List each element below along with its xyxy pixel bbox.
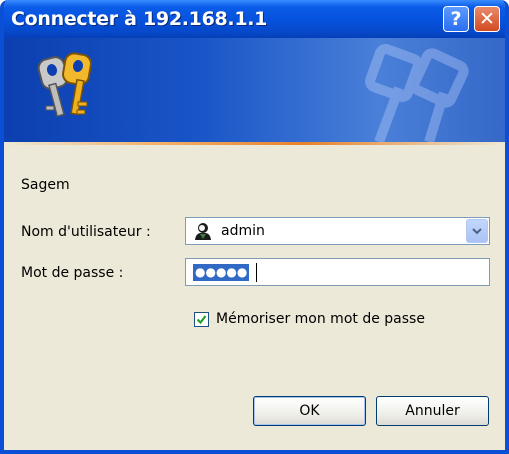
keys-icon: [37, 52, 92, 118]
close-icon: ✕: [479, 8, 495, 30]
keys-watermark-icon: [365, 44, 469, 142]
username-value: admin: [221, 223, 265, 239]
password-mask: ●●●●●: [193, 264, 250, 281]
username-label: Nom d'utilisateur :: [21, 224, 151, 240]
window-title: Connecter à 192.168.1.1: [11, 8, 268, 30]
password-label: Mot de passe :: [21, 265, 124, 281]
realm-text: Sagem: [21, 177, 70, 193]
chevron-down-icon: [472, 227, 482, 234]
cancel-button[interactable]: Annuler: [376, 396, 489, 426]
password-field[interactable]: ●●●●●: [185, 258, 490, 286]
dropdown-button[interactable]: [466, 219, 488, 243]
text-caret: [256, 263, 257, 282]
help-button[interactable]: ?: [443, 6, 469, 32]
close-button[interactable]: ✕: [474, 6, 500, 32]
remember-checkbox[interactable]: [194, 312, 209, 327]
checkmark-icon: [196, 315, 207, 325]
remember-label[interactable]: Mémoriser mon mot de passe: [216, 311, 425, 327]
ok-button[interactable]: OK: [253, 396, 366, 426]
banner-stripe: [4, 142, 505, 145]
user-icon: [195, 223, 211, 240]
help-icon: ?: [450, 8, 462, 30]
username-combobox[interactable]: admin: [185, 217, 490, 245]
title-bar[interactable]: Connecter à 192.168.1.1 ? ✕: [4, 0, 505, 38]
login-dialog: Connecter à 192.168.1.1 ? ✕ Sagem Nom d'…: [0, 0, 509, 454]
